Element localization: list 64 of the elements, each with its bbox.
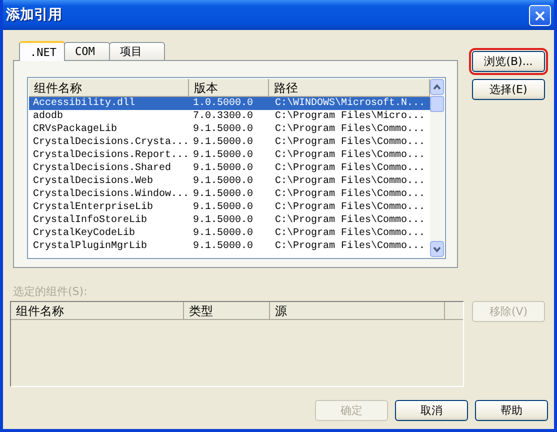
section-label: 选定的组件(S): [13,284,88,298]
dialog-button[interactable]: 帮助 [475,400,548,421]
table-cell-text: 9.1.5000.0 [192,214,254,227]
list-row[interactable]: CrystalEnterpriseLib 9.1.5000.0 C:\Program Files\Commo... [29,201,430,214]
table-cell-text: 9.1.5000.0 [192,240,254,253]
table-cell-text: 9.1.5000.0 [192,162,254,175]
scroll-thumb[interactable] [430,96,444,112]
table-cell-text: 9.1.5000.0 [192,175,254,188]
table-cell-text: C:\Program Files\Commo... [274,136,426,149]
table-cell-text: C:\Program Files\Commo... [274,188,426,201]
table-cell-text: 9.1.5000.0 [192,227,254,240]
scrollbar[interactable] [430,79,444,257]
table-cell-text: C:\Program Files\Commo... [274,175,426,188]
dialog-button[interactable]: 浏览(B)... [472,51,545,72]
table-cell-text: C:\WINDOWS\Microsoft.N... [274,97,426,110]
list-row[interactable]: CrystalDecisions.Report... 9.1.5000.0 C:\Program Files\Commo... [29,149,430,162]
table-cell-text: CrystalDecisions.Crysta... [32,136,189,149]
list-row[interactable]: adodb 7.0.3300.0 C:\Program Files\Micro... [29,110,430,123]
table-cell-text: 9.1.5000.0 [192,188,254,201]
list-row[interactable]: CrystalDecisions.Shared 9.1.5000.0 C:\Program Files\Commo... [29,162,430,175]
table-cell-text: CrystalDecisions.Report... [32,149,189,162]
column-header[interactable]: 版本 [189,79,269,96]
table-cell-text: C:\Program Files\Micro... [274,110,426,123]
table-cell-text: CrystalDecisions.Shared [32,162,172,175]
table-cell-text: Accessibility.dll [32,97,136,110]
table-cell-text: C:\Program Files\Commo... [274,214,426,227]
table-cell-text: CrystalDecisions.Web [32,175,154,188]
list-row[interactable]: CrystalKeyCodeLib 9.1.5000.0 C:\Program Files\Commo... [29,227,430,240]
list-row[interactable]: CrystalDecisions.Window... 9.1.5000.0 C:\Program Files\Commo... [29,188,430,201]
tab[interactable]: COM [64,42,110,60]
table-cell-text: CrystalKeyCodeLib [32,227,136,240]
table-cell-text: C:\Program Files\Commo... [274,123,426,136]
close-button[interactable]: × [529,4,551,26]
list-row[interactable]: CrystalInfoStoreLib 9.1.5000.0 C:\Program Files\Commo... [29,214,430,227]
table-cell-text: CRVsPackageLib [32,123,118,136]
list-row[interactable]: CRVsPackageLib 9.1.5000.0 C:\Program Files\Commo... [29,123,430,136]
table-cell-text: C:\Program Files\Commo... [274,240,426,253]
list-row[interactable]: CrystalPluginMgrLib 9.1.5000.0 C:\Program Files\Commo... [29,240,430,253]
table-cell-text: 9.1.5000.0 [192,136,254,149]
table-cell-text: CrystalPluginMgrLib [32,240,148,253]
table-cell-text: 7.0.3300.0 [192,110,254,123]
tab[interactable]: .NET [19,41,65,61]
window-title: 添加引用 [6,6,63,24]
table-cell-text: CrystalDecisions.Window... [32,188,189,201]
table-cell-text: 1.0.5000.0 [192,97,254,110]
list-row[interactable]: CrystalDecisions.Web 9.1.5000.0 C:\Program Files\Commo... [29,175,430,188]
list-row[interactable]: CrystalDecisions.Crysta... 9.1.5000.0 C:\Program Files\Commo... [29,136,430,149]
table-cell-text: C:\Program Files\Commo... [274,149,426,162]
tab[interactable]: 项目 [109,42,165,60]
list-row[interactable]: Accessibility.dll 1.0.5000.0 C:\WINDOWS\Microsoft.N... [29,97,430,110]
dialog-button[interactable]: 选择(E) [472,79,545,100]
scroll-up-icon[interactable] [430,79,444,95]
table-cell-text: 9.1.5000.0 [192,149,254,162]
table-cell-text: C:\Program Files\Commo... [274,162,426,175]
scroll-down-icon[interactable] [430,241,444,257]
column-header[interactable]: 组件名称 [29,79,189,96]
table-cell-text: CrystalInfoStoreLib [32,214,148,227]
table-cell-text: C:\Program Files\Commo... [274,201,426,214]
table-cell-text: 9.1.5000.0 [192,123,254,136]
table-cell-text: C:\Program Files\Commo... [274,227,426,240]
table-cell-text: CrystalEnterpriseLib [32,201,154,214]
dialog-button[interactable]: 取消 [395,400,468,421]
table-cell-text: 9.1.5000.0 [192,201,254,214]
table-cell-text: adodb [32,110,64,123]
